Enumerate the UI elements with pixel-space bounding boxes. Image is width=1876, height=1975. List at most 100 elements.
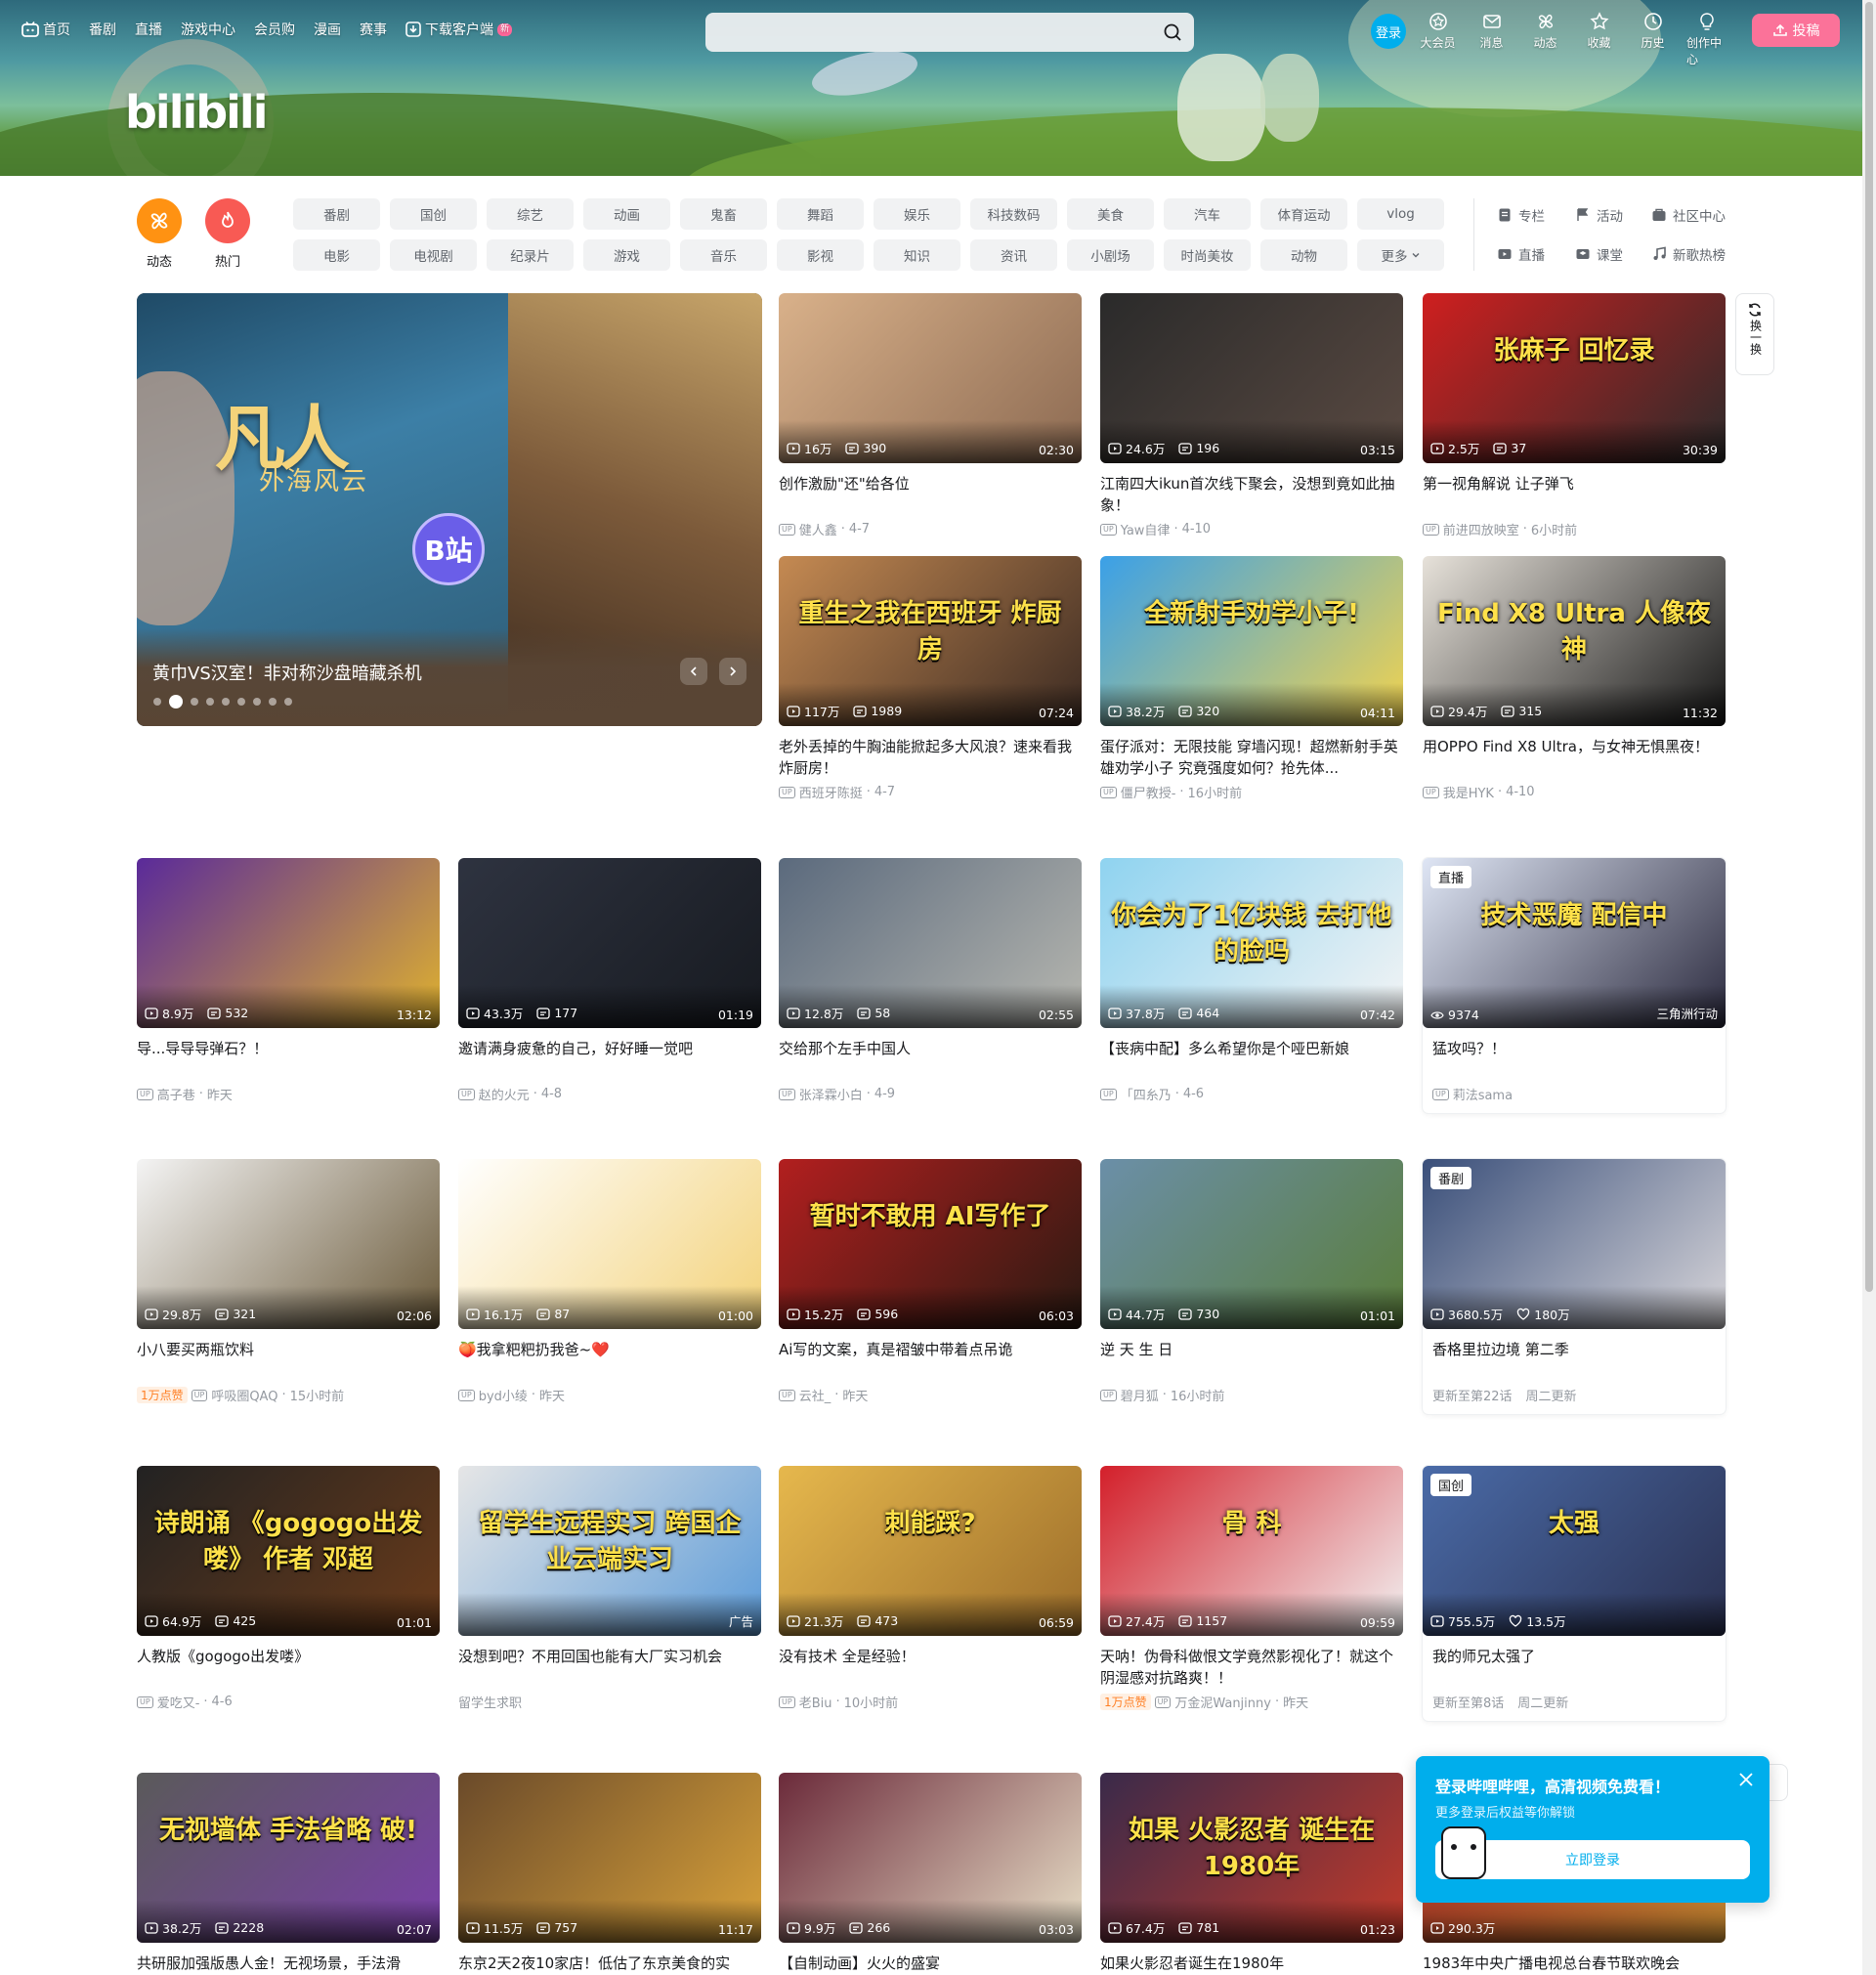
video-thumbnail[interactable]: 29.8万 321 02:06 [137, 1159, 440, 1329]
nav-dynamic[interactable]: 动态 [1525, 12, 1565, 67]
bilibili-logo[interactable]: bilibili [125, 86, 268, 139]
uploader-name[interactable]: 赵的火元 [479, 1085, 530, 1103]
nav-bangumi[interactable]: 番剧 [89, 20, 116, 39]
upload-button[interactable]: 投稿 [1752, 14, 1840, 47]
tag-vlog[interactable]: vlog [1357, 198, 1444, 230]
video-thumbnail[interactable]: Find X8 Ultra 人像夜神 29.4万 315 11:32 [1423, 556, 1726, 726]
video-card[interactable]: 留学生远程实习 跨国企业云端实习 广告没想到吧？不用回国也能有大厂实习机会留学生求… [458, 1466, 761, 1711]
uploader-name[interactable]: 爱吃又- [157, 1693, 200, 1711]
carousel-dot[interactable] [169, 695, 183, 708]
video-card[interactable]: 29.8万 321 02:06 小八要买两瓶饮料 1万点赞 UP 呼吸圈QAQ · 15小时前 [137, 1159, 440, 1404]
tag-news[interactable]: 资讯 [970, 239, 1057, 271]
nav-favorites[interactable]: 收藏 [1579, 12, 1619, 67]
video-title[interactable]: 猛攻吗？！ [1423, 1038, 1726, 1081]
video-thumbnail[interactable]: 留学生远程实习 跨国企业云端实习 广告 [458, 1466, 761, 1636]
tag-music[interactable]: 音乐 [680, 239, 767, 271]
bangumi-card[interactable]: 番剧 3680.5万 180万 香格里拉边境 第二季 更新至第22话 周二更新 [1423, 1159, 1726, 1414]
video-title[interactable]: 香格里拉边境 第二季 [1423, 1339, 1726, 1382]
carousel-dot[interactable] [153, 698, 161, 706]
tag-entertainment[interactable]: 娱乐 [874, 198, 960, 230]
video-title[interactable]: 人教版《gogogo出发喽》 [137, 1646, 440, 1689]
video-title[interactable]: 江南四大ikun首次线下聚会，没想到竟如此抽象！ [1100, 473, 1403, 516]
link-activity[interactable]: 活动 [1575, 205, 1651, 225]
video-card[interactable]: 11.5万 757 11:17 东京2天2夜10家店！低估了东京美食的实 [458, 1773, 761, 1975]
video-title[interactable]: 天呐！伪骨科做恨文学竟然影视化了！就这个阴湿感对抗路爽！！ [1100, 1646, 1403, 1689]
carousel-prev-button[interactable] [680, 658, 707, 685]
video-title[interactable]: 第一视角解说 让子弹飞 [1423, 473, 1726, 516]
tag-more[interactable]: 更多 [1357, 239, 1444, 271]
tag-guochuang[interactable]: 国创 [390, 198, 477, 230]
video-title[interactable]: 逆 天 生 日 [1100, 1339, 1403, 1382]
tag-film[interactable]: 影视 [777, 239, 864, 271]
hero-carousel[interactable]: 凡人 外海风云 B站 黄巾VS汉室！非对称沙盘暗藏杀机 [137, 293, 762, 726]
video-title[interactable]: 如果火影忍者诞生在1980年 [1100, 1953, 1403, 1975]
uploader-name[interactable]: 我是HYK [1443, 783, 1494, 801]
tag-fashion[interactable]: 时尚美妆 [1164, 239, 1251, 271]
tag-kichiku[interactable]: 鬼畜 [680, 198, 767, 230]
video-title[interactable]: 小八要买两瓶饮料 [137, 1339, 440, 1382]
uploader-name[interactable]: 留学生求职 [458, 1693, 522, 1711]
video-title[interactable]: 【丧病中配】多么希望你是个哑巴新娘 [1100, 1038, 1403, 1081]
carousel-dot[interactable] [191, 698, 198, 706]
scrollbar-thumb[interactable] [1865, 2, 1873, 1292]
video-card[interactable]: 如果 火影忍者 诞生在1980年 67.4万 781 01:23 如果火影忍者诞生在19… [1100, 1773, 1403, 1975]
video-title[interactable]: Ai写的文案，真是褶皱中带着点吊诡 [779, 1339, 1082, 1382]
tag-bangumi[interactable]: 番剧 [293, 198, 380, 230]
uploader-name[interactable]: 健人鑫 [799, 520, 837, 538]
tag-animation[interactable]: 动画 [583, 198, 670, 230]
carousel-dot[interactable] [269, 698, 277, 706]
video-card[interactable]: 暂时不敢用 AI写作了 15.2万 596 06:03 Ai写的文案，真是褶皱中带着点吊… [779, 1159, 1082, 1404]
carousel-next-button[interactable] [719, 658, 746, 685]
video-title[interactable]: 1983年中央广播电视总台春节联欢晚会 [1423, 1953, 1726, 1975]
video-title[interactable]: 老外丢掉的牛胸油能掀起多大风浪？速来看我炸厨房！ [779, 736, 1082, 779]
link-classroom[interactable]: 课堂 [1575, 244, 1651, 264]
nav-messages[interactable]: 消息 [1471, 12, 1512, 67]
bangumi-card[interactable]: 太强 国创 755.5万 13.5万 我的师兄太强了 更新至第8话 周二更新 [1423, 1466, 1726, 1721]
link-live[interactable]: 直播 [1497, 244, 1575, 264]
video-thumbnail[interactable]: 诗朗诵 《gogogo出发喽》 作者 邓超 64.9万 425 01:01 [137, 1466, 440, 1636]
video-card[interactable]: 43.3万 177 01:19 邀请满身疲惫的自己，好好睡一觉吧 UP 赵的火元 · 4-8 [458, 858, 761, 1103]
nav-manga[interactable]: 漫画 [314, 20, 341, 39]
tag-movie[interactable]: 电影 [293, 239, 380, 271]
video-thumbnail[interactable]: 暂时不敢用 AI写作了 15.2万 596 06:03 [779, 1159, 1082, 1329]
nav-history[interactable]: 历史 [1633, 12, 1673, 67]
video-title[interactable]: 东京2天2夜10家店！低估了东京美食的实 [458, 1953, 761, 1975]
video-card[interactable]: 重生之我在西班牙 炸厨房 117万 1989 07:24 老外丢掉的牛胸油能掀起多大风浪… [779, 556, 1082, 801]
tag-car[interactable]: 汽车 [1164, 198, 1251, 230]
video-title[interactable]: 交给那个左手中国人 [779, 1038, 1082, 1081]
live-card[interactable]: 技术恶魔 配信中 直播 9374 三角洲行动 猛攻吗？！ UP 莉法sama [1423, 858, 1726, 1113]
tag-variety[interactable]: 综艺 [487, 198, 574, 230]
video-thumbnail[interactable]: 如果 火影忍者 诞生在1980年 67.4万 781 01:23 [1100, 1773, 1403, 1943]
video-card[interactable]: 无视墙体 手法省略 破! 38.2万 2228 02:07 共研服加强版愚人金！无视场景… [137, 1773, 440, 1975]
tag-dance[interactable]: 舞蹈 [777, 198, 864, 230]
nav-vip[interactable]: 大会员 [1418, 12, 1458, 67]
video-title[interactable]: 没想到吧？不用回国也能有大厂实习机会 [458, 1646, 761, 1689]
carousel-dot[interactable] [222, 698, 230, 706]
video-card[interactable]: 44.7万 730 01:01 逆 天 生 日 UP 碧月狐 · 16小时前 [1100, 1159, 1403, 1404]
video-thumbnail[interactable]: 张麻子 回忆录 2.5万 37 30:39 [1423, 293, 1726, 463]
video-title[interactable]: 蛋仔派对：无限技能 穿墙闪现！超燃新射手英雄劝学小子 究竟强度如何？抢先体... [1100, 736, 1403, 779]
video-card[interactable]: 9.9万 266 03:03 【自制动画】火火的盛宴 [779, 1773, 1082, 1975]
video-card[interactable]: 刺能踩? 21.3万 473 06:59 没有技术 全是经验！ UP 老Biu · 10小时前 [779, 1466, 1082, 1711]
uploader-name[interactable]: byd小绫 [479, 1386, 528, 1404]
video-thumbnail[interactable]: 太强 国创 755.5万 13.5万 [1423, 1466, 1726, 1636]
uploader-name[interactable]: 前进四放映室 [1443, 520, 1519, 538]
video-thumbnail[interactable]: 无视墙体 手法省略 破! 38.2万 2228 02:07 [137, 1773, 440, 1943]
tag-game[interactable]: 游戏 [583, 239, 670, 271]
video-title[interactable]: 创作激励"还"给各位 [779, 473, 1082, 516]
video-title[interactable]: 没有技术 全是经验！ [779, 1646, 1082, 1689]
video-card[interactable]: 24.6万 196 03:15 江南四大ikun首次线下聚会，没想到竟如此抽象！ UP Y… [1100, 293, 1403, 538]
video-card[interactable]: 诗朗诵 《gogogo出发喽》 作者 邓超 64.9万 425 01:01 人教版《go… [137, 1466, 440, 1711]
video-card[interactable]: 16.1万 87 01:00 🍑我拿粑粑扔我爸~❤️ UP byd小绫 · 昨天 [458, 1159, 761, 1404]
refresh-button[interactable]: 换一换 [1735, 293, 1774, 375]
video-thumbnail[interactable]: 16.1万 87 01:00 [458, 1159, 761, 1329]
video-card[interactable]: 全新射手劝学小子! 38.2万 320 04:11 蛋仔派对：无限技能 穿墙闪现！超燃新… [1100, 556, 1403, 801]
nav-creator-center[interactable]: 创作中心 [1686, 12, 1727, 67]
carousel-dot[interactable] [206, 698, 214, 706]
video-title[interactable]: 🍑我拿粑粑扔我爸~❤️ [458, 1339, 761, 1382]
link-column[interactable]: 专栏 [1497, 205, 1575, 225]
tag-knowledge[interactable]: 知识 [874, 239, 960, 271]
tag-tech[interactable]: 科技数码 [970, 198, 1057, 230]
video-thumbnail[interactable]: 重生之我在西班牙 炸厨房 117万 1989 07:24 [779, 556, 1082, 726]
uploader-name[interactable]: 碧月狐 [1121, 1386, 1159, 1404]
